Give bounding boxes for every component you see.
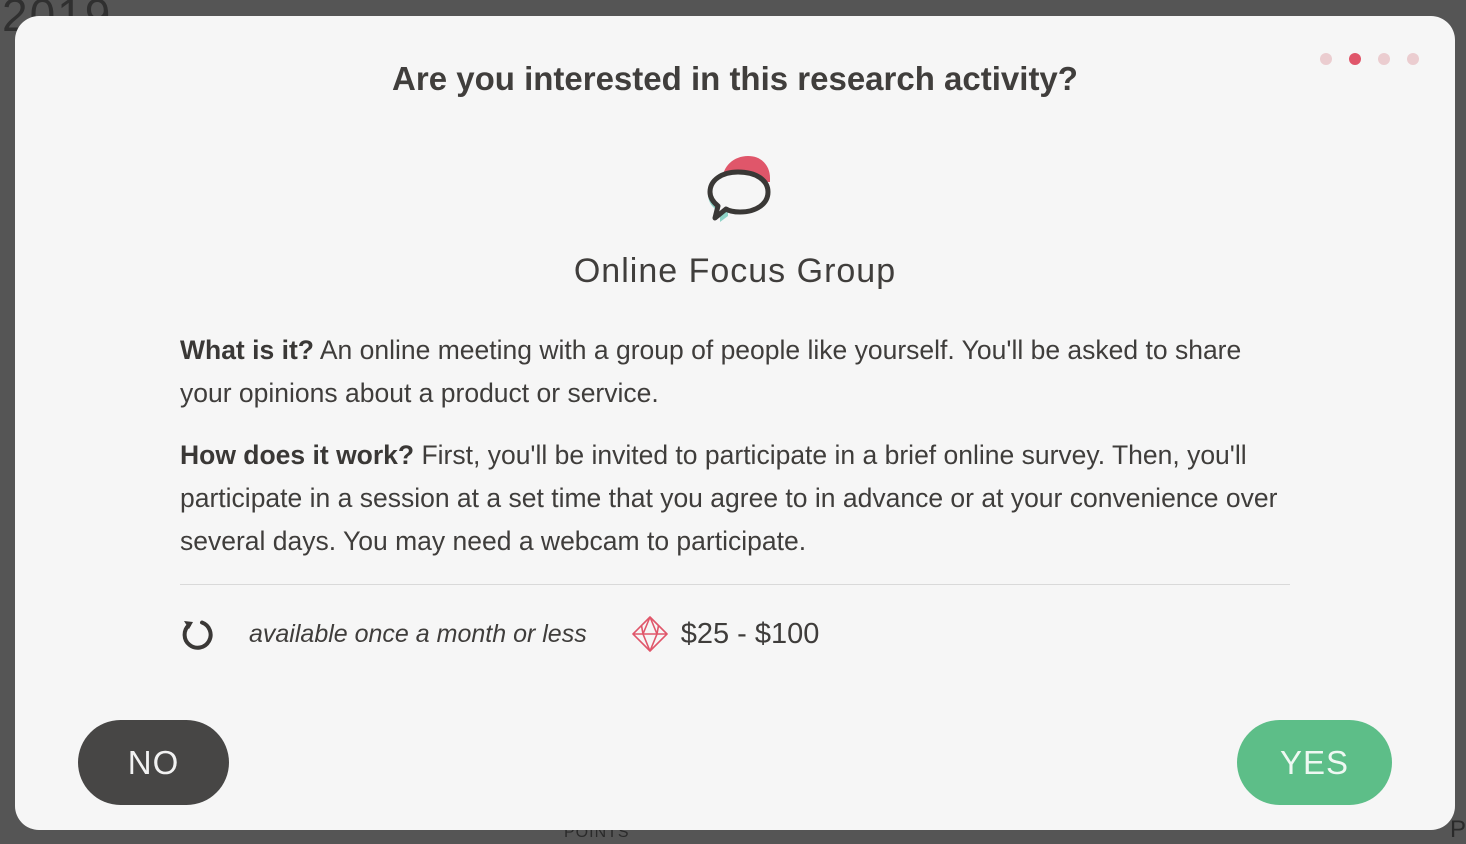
how-does-it-work-label: How does it work? — [180, 440, 415, 470]
what-is-it-paragraph: What is it? An online meeting with a gro… — [180, 329, 1290, 415]
reward-range: $25 - $100 — [680, 617, 820, 650]
no-button[interactable]: NO — [78, 720, 229, 805]
divider — [180, 584, 1290, 585]
how-does-it-work-paragraph: How does it work? First, you'll be invit… — [180, 434, 1290, 563]
background-edge-letter: P — [1450, 816, 1466, 843]
yes-button[interactable]: YES — [1237, 720, 1392, 805]
modal-title: Are you interested in this research acti… — [392, 60, 1078, 97]
gem-icon — [631, 616, 668, 652]
refresh-icon — [182, 620, 213, 650]
frequency-text: available once a month or less — [249, 619, 587, 648]
activity-name: Online Focus Group — [573, 252, 897, 290]
research-activity-modal: Are you interested in this research acti… — [15, 16, 1455, 830]
what-is-it-text: An online meeting with a group of people… — [180, 335, 1242, 408]
chat-bubble-icon — [707, 156, 771, 222]
activity-meta-row: available once a month or less $25 - $10… — [180, 612, 819, 656]
what-is-it-label: What is it? — [180, 335, 314, 365]
